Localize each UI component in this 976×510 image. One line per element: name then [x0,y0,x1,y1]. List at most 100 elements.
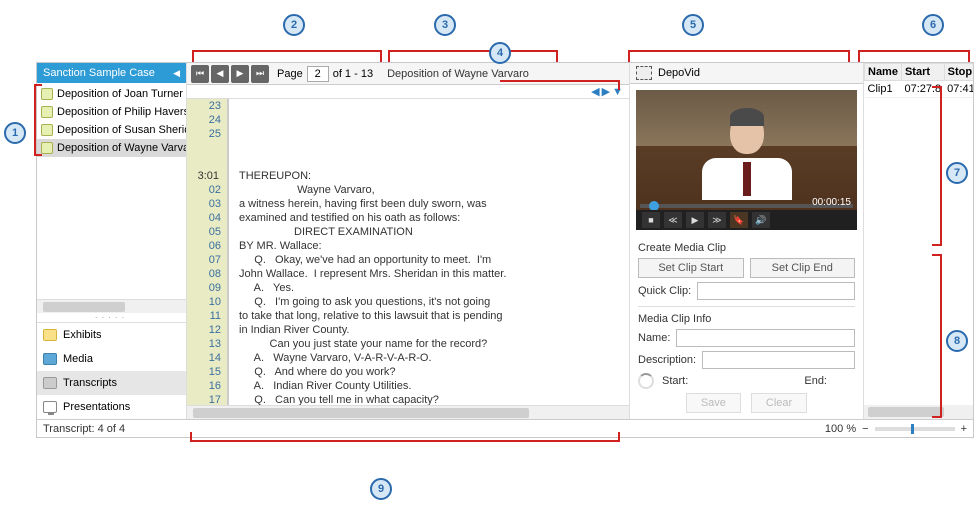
nav-media[interactable]: Media [37,347,186,371]
clip-table-hscroll[interactable] [864,405,973,419]
table-row[interactable]: Clip1 07:27.8 07:41.6 00:13. [865,81,974,98]
first-page-button[interactable]: ⏮ [191,65,209,83]
line-number-column: 2324253:01020304050607080910111213141516… [187,99,229,405]
zoom-control: 100 % − + [825,423,967,435]
transcript-icon [41,106,53,118]
callout-3: 3 [434,14,456,36]
transcript-icon [41,142,53,154]
video-viewer: 00:00:15 ■ ≪ ▶ ≫ 🔖 🔊 [630,84,863,236]
set-clip-start-button[interactable]: Set Clip Start [638,258,744,278]
callout-6: 6 [922,14,944,36]
bracket-9 [190,432,620,442]
status-label: Transcript: 4 of 4 [43,423,125,435]
case-title: Sanction Sample Case [43,67,155,79]
video-panel: DepoVid 00:00:15 ■ ≪ ▶ ≫ 🔖 [629,63,863,419]
col-start[interactable]: Start [901,64,944,81]
play-button[interactable]: ▶ [686,212,704,228]
page-input[interactable] [307,66,329,82]
main-row: Sanction Sample Case ◀ Deposition of Joa… [37,63,973,419]
depo-item[interactable]: Deposition of Joan Turner [37,85,186,103]
forward-button[interactable]: ≫ [708,212,726,228]
clear-clip-button[interactable]: Clear [751,393,807,413]
quick-clip-input[interactable] [697,282,855,300]
clip-form: Create Media Clip Set Clip Start Set Cli… [630,236,863,419]
transcript-icon [41,124,53,136]
sidebar-blank [37,159,186,299]
quick-clip-label: Quick Clip: [638,285,691,297]
callout-1: 1 [4,122,26,144]
zoom-slider[interactable] [875,427,955,431]
depo-item[interactable]: Deposition of Wayne Varvaro [37,139,186,157]
clip-name-input[interactable] [676,329,855,347]
callout-9: 9 [370,478,392,500]
marker-button[interactable]: 🔖 [730,212,748,228]
callout-8: 8 [946,330,968,352]
col-stop[interactable]: Stop [944,64,973,81]
transcripts-icon [43,377,57,389]
bracket-4 [500,80,620,90]
callout-5: 5 [682,14,704,36]
video-controls: ■ ≪ ▶ ≫ 🔖 🔊 [636,210,857,230]
transcript-title: Deposition of Wayne Varvaro [387,68,529,80]
sidebar-scrollbar[interactable] [37,299,186,313]
transcript-icon [41,88,53,100]
clip-end-label: End: [804,375,827,387]
next-page-button[interactable]: ▶ [231,65,249,83]
col-name[interactable]: Name [865,64,902,81]
bracket-3 [388,50,558,62]
clip-name-label: Name: [638,332,670,344]
app-window: Sanction Sample Case ◀ Deposition of Joa… [36,62,974,438]
video-title: DepoVid [658,67,700,79]
callout-7: 7 [946,162,968,184]
prev-page-button[interactable]: ◀ [211,65,229,83]
zoom-value: 100 % [825,423,856,435]
bracket-2 [192,50,382,62]
save-clip-button[interactable]: Save [686,393,741,413]
video-still [702,108,792,200]
refresh-icon[interactable] [638,373,654,389]
depo-item[interactable]: Deposition of Susan Sheridan [37,121,186,139]
bracket-6 [858,50,970,62]
video-header: DepoVid [630,63,863,84]
transcript-body[interactable]: 2324253:01020304050607080910111213141516… [187,99,629,405]
collapse-chevron-icon[interactable]: ◀ [173,68,180,79]
bracket-5 [628,50,850,62]
nav-presentations[interactable]: Presentations [37,395,186,419]
stop-button[interactable]: ■ [642,212,660,228]
case-header[interactable]: Sanction Sample Case ◀ [37,63,186,83]
volume-button[interactable]: 🔊 [752,212,770,228]
presentations-icon [43,401,57,413]
clip-table: Name Start Stop Duration Clip1 07:27.8 0… [864,63,973,98]
clip-table-panel: Name Start Stop Duration Clip1 07:27.8 0… [863,63,973,419]
bracket-7 [932,86,942,246]
depo-item[interactable]: Deposition of Philip Haverstein [37,103,186,121]
rewind-button[interactable]: ≪ [664,212,682,228]
page-range: of 1 - 13 [333,68,373,80]
transcript-hscroll[interactable] [187,405,629,419]
callout-4: 4 [489,42,511,64]
sidebar-resize-handle[interactable]: ····· [37,313,186,322]
video-player[interactable]: 00:00:15 ■ ≪ ▶ ≫ 🔖 🔊 [636,90,857,230]
set-clip-end-button[interactable]: Set Clip End [750,258,856,278]
nav-exhibits[interactable]: Exhibits [37,323,186,347]
nav-transcripts[interactable]: Transcripts [37,371,186,395]
sidebar: Sanction Sample Case ◀ Deposition of Joa… [37,63,187,419]
film-icon [636,66,652,80]
zoom-out-button[interactable]: − [862,423,868,435]
media-icon [43,353,57,365]
exhibits-icon [43,329,57,341]
bracket-8 [932,254,942,418]
page-label: Page [277,68,303,80]
clip-info-group-label: Media Clip Info [638,313,855,325]
last-page-button[interactable]: ⏭ [251,65,269,83]
video-timecode: 00:00:15 [812,197,851,208]
deposition-list: Deposition of Joan Turner Deposition of … [37,83,186,159]
create-clip-group-label: Create Media Clip [638,242,855,254]
clip-desc-input[interactable] [702,351,855,369]
zoom-in-button[interactable]: + [961,423,967,435]
nav-list: Exhibits Media Transcripts Presentations [37,322,186,419]
clip-desc-label: Description: [638,354,696,366]
bracket-1 [34,84,42,156]
text-column: THEREUPON: Wayne Varvaro,a witness herei… [229,99,629,405]
transcript-panel: ⏮ ◀ ▶ ⏭ Page of 1 - 13 Deposition of Way… [187,63,629,419]
